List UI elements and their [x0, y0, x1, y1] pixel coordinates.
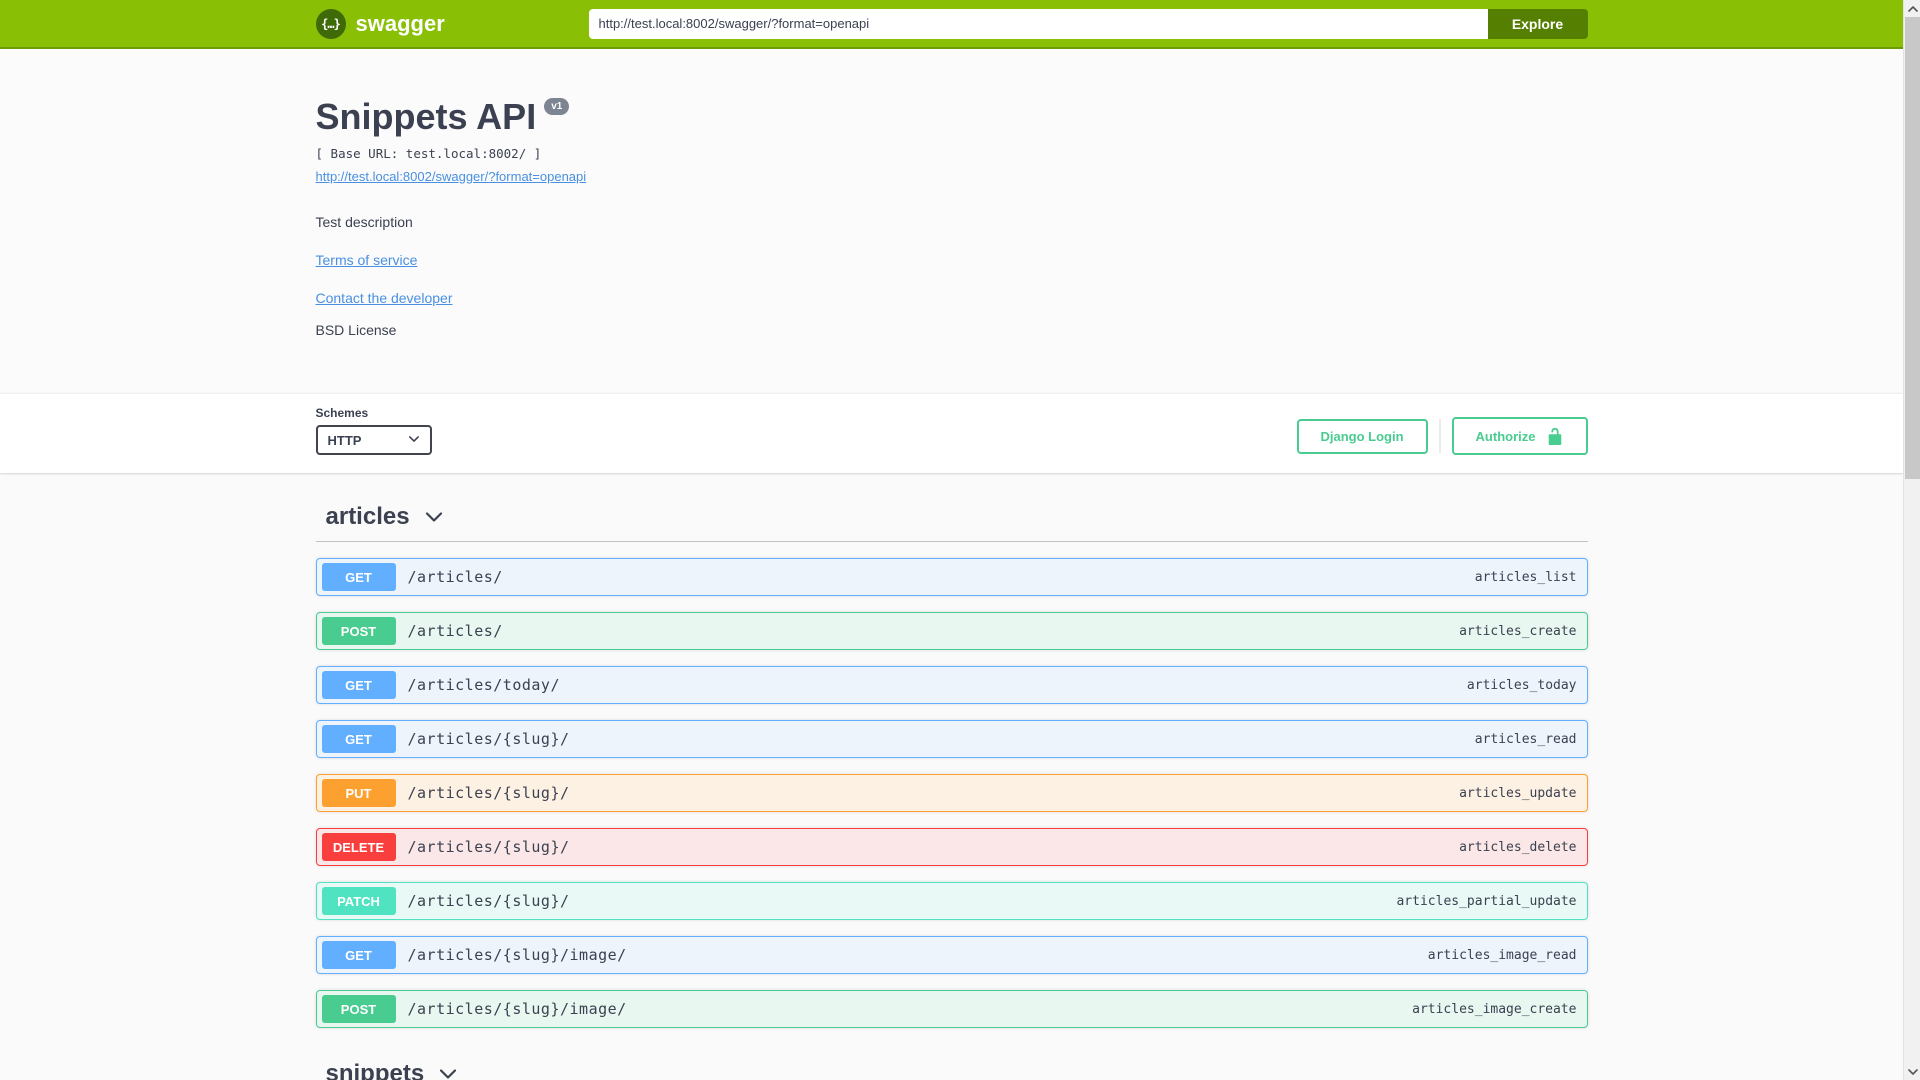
- explore-button[interactable]: Explore: [1487, 8, 1588, 39]
- method-badge: GET: [321, 563, 396, 591]
- operation-path: /articles/today/: [407, 676, 560, 694]
- topbar: {…} swagger Explore: [0, 0, 1903, 49]
- scrollbar-up-button[interactable]: [1904, 0, 1920, 17]
- schemes-label: Schemes: [315, 406, 369, 420]
- operation-id: articles_image_read: [1427, 947, 1577, 963]
- operation-row[interactable]: GET/articles/today/articles_today: [315, 666, 1588, 704]
- operation-path: /articles/: [407, 622, 503, 640]
- operation-row[interactable]: DELETE/articles/{slug}/ articles_delete: [315, 828, 1588, 866]
- operation-path: /articles/: [407, 568, 503, 586]
- chevron-down-icon: [408, 433, 420, 448]
- operation-row[interactable]: POST/articles/articles_create: [315, 612, 1588, 650]
- operation-path: /articles/{slug}/: [407, 730, 570, 748]
- operation-row[interactable]: PUT/articles/{slug}/ articles_update: [315, 774, 1588, 812]
- operation-id: articles_image_create: [1412, 1001, 1577, 1017]
- unlock-icon: [1546, 427, 1564, 445]
- swagger-logo-icon: {…}: [315, 8, 346, 39]
- chevron-down-icon: [438, 1064, 458, 1080]
- license-text: BSD License: [315, 322, 397, 338]
- spec-link[interactable]: http://test.local:8002/swagger/?format=o…: [316, 169, 587, 184]
- chevron-down-icon: [424, 507, 444, 527]
- operation-row[interactable]: GET/articles/{slug}/image/articles_image…: [315, 936, 1588, 974]
- section-title: snippets: [325, 1060, 425, 1080]
- api-description: Test description: [315, 214, 413, 230]
- operation-row[interactable]: GET/articles/{slug}/ articles_read: [315, 720, 1588, 758]
- terms-of-service-link[interactable]: Terms of service: [316, 252, 418, 268]
- operations: articles GET/articles/articles_list POST/a…: [315, 473, 1588, 1080]
- operation-id: articles_create: [1459, 623, 1577, 639]
- method-badge: GET: [321, 941, 396, 969]
- info-section: Snippets API v1 [ Base URL: test.local:8…: [0, 49, 1903, 394]
- auth-wrapper: Django Login Authorize: [1296, 417, 1588, 455]
- operation-path: /articles/{slug}/: [407, 838, 570, 856]
- method-badge: POST: [321, 995, 396, 1023]
- method-badge: PUT: [321, 779, 396, 807]
- operation-path: /articles/{slug}/image/: [407, 946, 627, 964]
- method-badge: GET: [321, 671, 396, 699]
- vertical-scrollbar: [1903, 0, 1920, 1080]
- section-header-articles[interactable]: articles: [315, 503, 1588, 542]
- base-url: [ Base URL: test.local:8002/ ]: [315, 146, 542, 161]
- version-badge: v1: [544, 98, 570, 115]
- swagger-logo-text: swagger: [355, 10, 445, 36]
- django-login-button[interactable]: Django Login: [1296, 418, 1428, 454]
- operation-id: articles_delete: [1459, 839, 1577, 855]
- operation-path: /articles/{slug}/: [407, 892, 570, 910]
- scheme-container: Schemes HTTP Django Login Authorize: [0, 394, 1903, 473]
- operation-row[interactable]: GET/articles/articles_list: [315, 558, 1588, 596]
- section-title: articles: [325, 503, 410, 530]
- auth-divider: [1438, 419, 1441, 453]
- swagger-logo: {…} swagger: [315, 8, 445, 39]
- authorize-label: Authorize: [1475, 428, 1536, 444]
- schemes-selected-value: HTTP: [327, 432, 362, 448]
- contact-developer-link[interactable]: Contact the developer: [316, 290, 453, 306]
- operation-id: articles_partial_update: [1396, 893, 1577, 909]
- operation-id: articles_read: [1474, 731, 1577, 747]
- page-title: Snippets API v1: [316, 96, 1588, 138]
- schemes-select[interactable]: HTTP: [315, 425, 432, 455]
- authorize-button[interactable]: Authorize: [1451, 417, 1588, 455]
- operation-id: articles_update: [1459, 785, 1577, 801]
- operation-row[interactable]: PATCH/articles/{slug}/ articles_partial_u…: [315, 882, 1588, 920]
- django-login-label: Django Login: [1320, 428, 1404, 444]
- api-title-text: Snippets API: [315, 96, 537, 137]
- section-header-snippets[interactable]: snippets: [316, 1060, 1588, 1080]
- operation-path: /articles/{slug}/image/: [407, 1000, 627, 1018]
- download-url-form: Explore: [588, 8, 1588, 39]
- method-badge: DELETE: [321, 833, 396, 861]
- scrollbar-thumb[interactable]: [1905, 17, 1920, 479]
- scrollbar-down-button[interactable]: [1904, 1063, 1920, 1080]
- method-badge: POST: [321, 617, 396, 645]
- operation-id: articles_today: [1466, 677, 1577, 693]
- operation-id: articles_list: [1474, 569, 1577, 585]
- page: {…} swagger Explore Snippets API v1 [ Ba…: [0, 0, 1903, 1080]
- method-badge: PATCH: [321, 887, 396, 915]
- operation-row[interactable]: POST/articles/{slug}/image/articles_imag…: [315, 990, 1588, 1028]
- operation-path: /articles/{slug}/: [407, 784, 570, 802]
- method-badge: GET: [321, 725, 396, 753]
- spec-url-input[interactable]: [588, 8, 1488, 39]
